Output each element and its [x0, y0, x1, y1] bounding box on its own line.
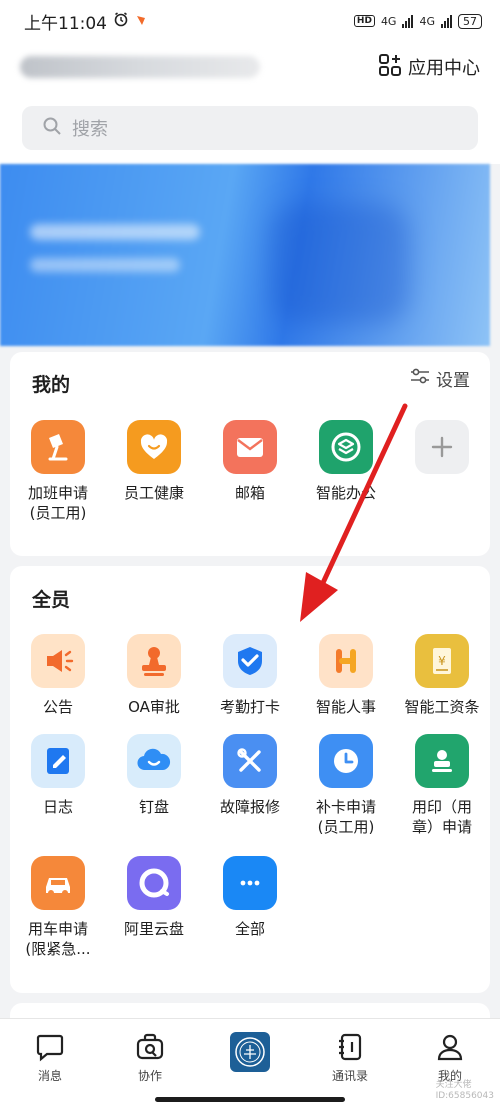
- app-tile-label: 日志: [42, 798, 73, 816]
- payslip-icon: ¥: [415, 634, 469, 688]
- contacts-icon: [310, 1031, 390, 1063]
- tab-contacts[interactable]: 通讯录: [310, 1031, 390, 1084]
- smart-office-icon: [319, 420, 373, 474]
- app-tile[interactable]: 用车申请 (限紧急...: [10, 856, 106, 959]
- user-icon: [410, 1031, 490, 1063]
- app-tile-label: 员工健康: [123, 484, 184, 502]
- my-apps-card: 我的 设置 加班申请 (员工用) 员工健康 邮箱 智能办公: [10, 352, 490, 556]
- app-tile[interactable]: 智能办公: [298, 420, 394, 503]
- tab-me[interactable]: 我的: [410, 1031, 490, 1084]
- seal-icon: [415, 734, 469, 788]
- tab-messages[interactable]: 消息: [10, 1031, 90, 1084]
- watermark: 关注大佬 ID:65856043: [435, 1080, 494, 1101]
- more-icon: [223, 856, 277, 910]
- settings-label: 设置: [436, 371, 470, 391]
- app-tile[interactable]: ¥ 智能工资条: [394, 634, 490, 717]
- network-type-1: 4G: [380, 14, 397, 28]
- tab-collab[interactable]: 协作: [110, 1031, 190, 1084]
- plus-icon: [415, 420, 469, 474]
- app-tile-label: 钉盘: [138, 798, 169, 816]
- app-tile[interactable]: 阿里云盘: [106, 856, 202, 939]
- app-tile[interactable]: OA审批: [106, 634, 202, 717]
- collab-icon: [110, 1031, 190, 1063]
- megaphone-icon: [31, 634, 85, 688]
- search-input[interactable]: 搜索: [22, 106, 478, 150]
- app-center-label: 应用中心: [408, 58, 480, 79]
- svg-text:¥: ¥: [438, 654, 446, 668]
- app-tile-label: 考勤打卡: [219, 698, 280, 716]
- app-tile-label: 用车申请 (限紧急...: [25, 920, 91, 958]
- app-tile[interactable]: 公告: [10, 634, 106, 717]
- check-shield-icon: [223, 634, 277, 688]
- sliders-icon: [410, 367, 430, 390]
- app-center-button[interactable]: 应用中心: [378, 53, 480, 82]
- app-header: 应用中心: [0, 42, 500, 92]
- battery-icon: 57: [458, 13, 482, 29]
- app-tile[interactable]: 钉盘: [106, 734, 202, 817]
- status-bar: 上午11:04 HD 4G 4G 57: [0, 0, 500, 42]
- app-tile[interactable]: 日志: [10, 734, 106, 817]
- app-tile[interactable]: 智能人事: [298, 634, 394, 717]
- car-icon: [31, 856, 85, 910]
- app-tile-label: OA审批: [128, 698, 180, 716]
- cloud-icon: [127, 734, 181, 788]
- clock-icon: [319, 734, 373, 788]
- app-tile-label: 全部: [234, 920, 265, 938]
- app-tile-label: 智能工资条: [404, 698, 480, 716]
- notebook-icon: [31, 734, 85, 788]
- app-tile-label: 邮箱: [234, 484, 265, 502]
- app-tile[interactable]: 故障报修: [202, 734, 298, 817]
- app-tile-label: 故障报修: [219, 798, 280, 816]
- app-tile[interactable]: 邮箱: [202, 420, 298, 503]
- signal-icon: [402, 14, 414, 28]
- heart-icon: [127, 420, 181, 474]
- app-tile-label: 阿里云盘: [123, 920, 184, 938]
- app-tile[interactable]: 全部: [202, 856, 298, 939]
- desk-lamp-icon: [31, 420, 85, 474]
- app-tile[interactable]: 用印（用 章）申请: [394, 734, 490, 837]
- message-icon: [10, 1031, 90, 1063]
- app-tile-label: 智能办公: [315, 484, 376, 502]
- search-placeholder: 搜索: [72, 119, 108, 140]
- app-tile[interactable]: 加班申请 (员工用): [10, 420, 106, 523]
- envelope-icon: [223, 420, 277, 474]
- aliyun-drive-icon: [127, 856, 181, 910]
- clock-time: 上午11:04: [24, 13, 107, 34]
- tools-icon: [223, 734, 277, 788]
- app-tile[interactable]: 补卡申请 (员工用): [298, 734, 394, 837]
- app-tile-label: 用印（用 章）申请: [411, 798, 472, 836]
- all-apps-card: 全员 公告 OA审批 考勤打卡 智能人事 ¥ 智能工资条日志 钉盘 故障报修 补卡申请 (员工用…: [10, 566, 490, 993]
- h-logo-icon: [319, 634, 373, 688]
- network-type-2: 4G: [419, 14, 435, 28]
- app-tile-label: 智能人事: [315, 698, 376, 716]
- app-tile[interactable]: 考勤打卡: [202, 634, 298, 717]
- app-grid-icon: [378, 53, 402, 82]
- section-title-all: 全员: [32, 589, 71, 611]
- app-tile[interactable]: 员工健康: [106, 420, 202, 503]
- app-tile-label: 补卡申请 (员工用): [315, 798, 376, 836]
- app-tile-label: 公告: [42, 698, 73, 716]
- promo-banner[interactable]: [0, 164, 490, 346]
- add-app-button[interactable]: [394, 420, 490, 474]
- signal-icon: [441, 14, 452, 28]
- app-notification-icon: [135, 11, 147, 31]
- alarm-icon: [113, 11, 129, 32]
- search-icon: [42, 116, 62, 141]
- org-logo-icon: [210, 1031, 290, 1073]
- app-tile-label: 加班申请 (员工用): [27, 484, 88, 522]
- home-indicator[interactable]: [155, 1097, 345, 1102]
- settings-button[interactable]: 设置: [410, 366, 470, 391]
- section-title-my: 我的: [32, 374, 71, 396]
- search-area: 搜索: [0, 92, 500, 164]
- stamp-icon: [127, 634, 181, 688]
- tab-home-logo[interactable]: [210, 1031, 290, 1073]
- org-name-blurred[interactable]: [20, 56, 260, 78]
- hd-badge: HD: [353, 15, 375, 27]
